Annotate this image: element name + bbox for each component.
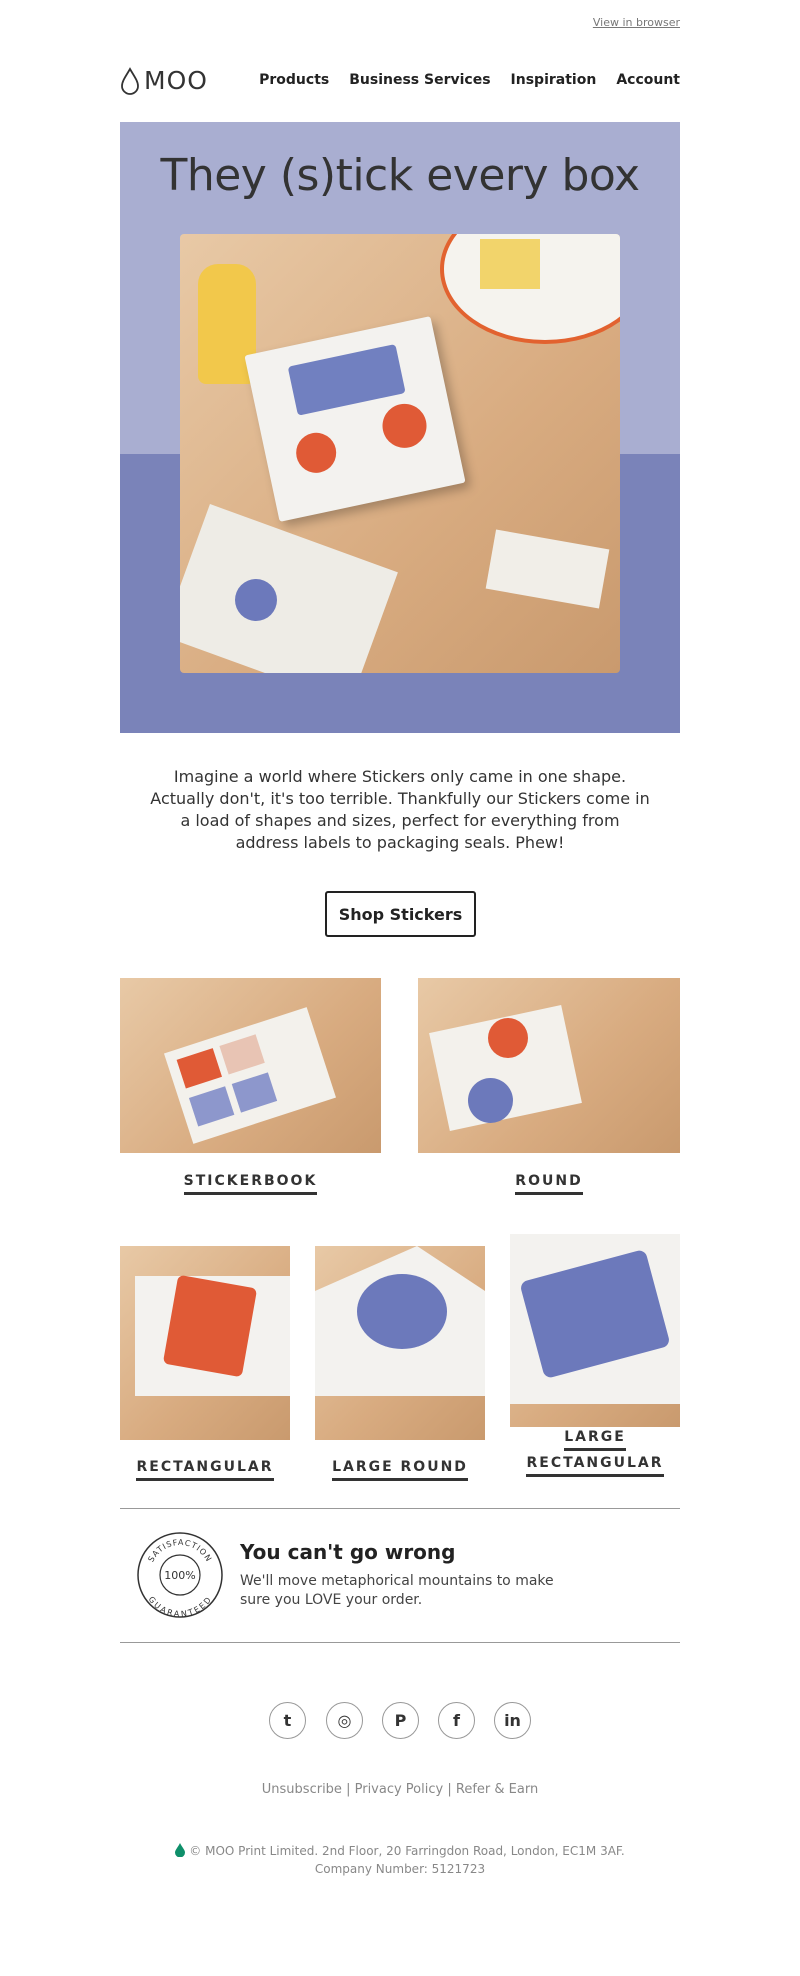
nav-inspiration[interactable]: Inspiration [511,72,597,88]
intro-text: Imagine a world where Stickers only came… [150,767,650,852]
product-image-stickerbook[interactable] [120,978,381,1153]
moo-drop-icon [175,1843,186,1858]
svg-text:GUARANTEED: GUARANTEED [146,1595,213,1619]
envelope [180,504,398,673]
burger [480,239,540,289]
hero-title: They (s)tick every box [160,150,640,201]
refer-earn-link[interactable]: Refer & Earn [456,1782,538,1797]
instagram-icon[interactable]: ◎ [326,1702,363,1739]
separator: | [346,1782,351,1797]
separator: | [447,1782,452,1797]
svg-text:SATISFACTION: SATISFACTION [146,1538,213,1564]
sticker-box [244,316,466,522]
unsubscribe-link[interactable]: Unsubscribe [262,1782,342,1797]
nav-products[interactable]: Products [259,72,329,88]
pinterest-icon[interactable]: P [382,1702,419,1739]
nav-account[interactable]: Account [616,72,680,88]
sticker-sheet [485,529,610,609]
hero-image[interactable] [180,234,620,673]
guarantee-text: We'll move metaphorical mountains to mak… [240,1573,554,1608]
facebook-icon[interactable]: f [438,1702,475,1739]
view-in-browser-link[interactable]: View in browser [593,16,680,29]
product-image-large-rectangular[interactable] [510,1234,680,1427]
product-label-large-rectangular[interactable]: LARGE RECTANGULAR [495,1424,695,1477]
twitter-icon[interactable]: t [269,1702,306,1739]
nav-business-services[interactable]: Business Services [349,72,490,88]
product-image-rectangular[interactable] [120,1246,290,1440]
divider [120,1642,680,1643]
shop-stickers-button[interactable]: Shop Stickers [325,891,476,937]
logo-text: MOO [144,66,208,95]
main-nav: Products Business Services Inspiration A… [259,72,680,88]
product-label-round[interactable]: ROUND [418,1168,680,1195]
privacy-policy-link[interactable]: Privacy Policy [355,1782,444,1797]
drop-logo-icon [121,66,139,95]
satisfaction-guaranteed-badge-icon: SATISFACTION GUARANTEED 100% [137,1532,223,1619]
moo-logo[interactable]: MOO [120,66,208,95]
address-text: © MOO Print Limited. 2nd Floor, 20 Farri… [189,1844,625,1858]
product-label-large-round[interactable]: LARGE ROUND [300,1454,500,1481]
round-sticker [235,579,277,621]
footer-address: © MOO Print Limited. 2nd Floor, 20 Farri… [0,1842,800,1878]
product-label-rectangular[interactable]: RECTANGULAR [105,1454,305,1481]
guarantee-title: You can't go wrong [240,1540,456,1564]
company-number: Company Number: 5121723 [314,1862,486,1876]
product-image-large-round[interactable] [315,1246,485,1440]
divider [120,1508,680,1509]
footer-links: Unsubscribe | Privacy Policy | Refer & E… [0,1782,800,1797]
product-label-stickerbook[interactable]: STICKERBOOK [120,1168,381,1195]
product-image-round[interactable] [418,978,680,1153]
hero-banner: They (s)tick every box [120,122,680,733]
linkedin-icon[interactable]: in [494,1702,531,1739]
svg-text:100%: 100% [164,1569,195,1582]
